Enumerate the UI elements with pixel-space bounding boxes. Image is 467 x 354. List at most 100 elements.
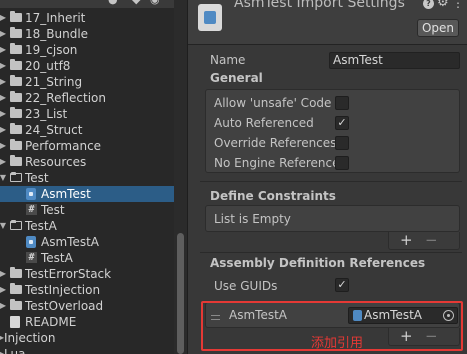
open-button[interactable]: Open [417, 19, 459, 37]
csharp-script-icon: # [26, 204, 37, 215]
tree-item[interactable]: ▶ 17_Inherit [0, 10, 174, 26]
help-icon[interactable]: ? [423, 0, 434, 9]
expand-right-icon[interactable]: ▶ [0, 138, 8, 154]
tree-item[interactable]: ▶ 19_cjson [0, 42, 174, 58]
auto-referenced-label: Auto Referenced [214, 116, 314, 130]
tree-item[interactable]: ▶ Performance [0, 138, 174, 154]
settings-icon[interactable]: ⚙ [437, 0, 449, 10]
expand-right-icon[interactable]: ▶ [0, 42, 8, 58]
name-field[interactable]: AsmTest [329, 52, 460, 69]
tree-item[interactable]: ▶ 22_Reflection [0, 90, 174, 106]
tree-item-label: Test [41, 203, 65, 217]
folder-icon [10, 283, 22, 294]
folder-icon [10, 299, 22, 310]
tree-item-label: TestOverload [25, 299, 104, 313]
tree-item[interactable]: ▶ 20_utf8 [0, 58, 174, 74]
use-guids-label: Use GUIDs [214, 279, 278, 293]
tree-item-label: Performance [25, 139, 102, 153]
tree-item-label: 20_utf8 [25, 59, 71, 73]
folder-icon [10, 123, 22, 134]
expand-right-icon[interactable]: ▶ [0, 74, 8, 90]
project-toolbar: ● ◆ ◉ 5 [0, 0, 187, 8]
tree-item[interactable]: # Test [0, 202, 174, 218]
expand-down-icon[interactable]: ▼ [0, 170, 8, 186]
tree-item-label: Test [25, 171, 49, 185]
tree-item[interactable]: # TestA [0, 250, 174, 266]
expand-down-icon[interactable]: ▼ [0, 218, 8, 234]
folder-icon [10, 91, 22, 102]
define-constraints-list: List is Empty [205, 205, 460, 232]
override-references-checkbox[interactable] [335, 136, 349, 150]
tree-item-label: AsmTestA [41, 235, 99, 249]
folder-open-icon [10, 172, 22, 182]
project-scrollbar[interactable] [174, 0, 187, 354]
expand-right-icon[interactable]: ▶ [0, 282, 8, 298]
allow-unsafe-checkbox[interactable] [335, 96, 349, 110]
expand-right-icon[interactable]: ▶ [0, 154, 8, 170]
tree-item-label: 17_Inherit [25, 11, 86, 25]
expand-right-icon[interactable]: ▶ [0, 10, 8, 26]
tree-item-label: TestInjection [25, 283, 101, 297]
tree-item-label: 19_cjson [25, 43, 78, 57]
expand-right-icon[interactable]: ▶ [0, 298, 8, 314]
tree-item[interactable]: ▶ Lua [0, 346, 174, 354]
assembly-definition-icon [26, 188, 36, 200]
expand-right-icon[interactable]: ▶ [0, 58, 8, 74]
document-icon [10, 316, 20, 328]
folder-icon [10, 43, 22, 54]
search-by-type-icon[interactable]: ● [108, 0, 118, 6]
tree-item[interactable]: ▶ 18_Bundle [0, 26, 174, 42]
more-options-icon[interactable]: ⋮ [452, 0, 464, 10]
tree-item[interactable]: AsmTestA [0, 234, 174, 250]
tree-item-label: Injection [4, 331, 56, 345]
tree-item[interactable]: ▼ Test [0, 170, 174, 186]
tree-item-label: 21_String [25, 75, 83, 89]
no-engine-references-checkbox[interactable] [335, 156, 349, 170]
no-engine-references-label: No Engine References [214, 156, 346, 170]
label-icon[interactable]: ◆ [132, 0, 140, 6]
section-divider [200, 252, 462, 253]
tree-item-label: 24_Struct [25, 123, 83, 137]
inspector-title: AsmTest Import Settings [234, 0, 405, 11]
inspector-header: AsmTest Import Settings ? ⚙ ⋮ Open [188, 0, 467, 45]
folder-icon [10, 139, 22, 150]
folder-icon [10, 155, 22, 166]
expand-right-icon[interactable]: ▶ [0, 266, 8, 282]
use-guids-checkbox[interactable]: ✓ [335, 278, 349, 292]
tree-item[interactable]: ▶ Injection [0, 330, 174, 346]
tree-item[interactable]: ▶ Resources [0, 154, 174, 170]
tree-item-label: TestA [25, 219, 57, 233]
folder-icon [10, 267, 22, 278]
expand-right-icon[interactable]: ▶ [0, 90, 8, 106]
general-section-title: General [210, 71, 263, 85]
auto-referenced-checkbox[interactable]: ✓ [335, 116, 349, 130]
tree-item[interactable]: README [0, 314, 174, 330]
tree-item[interactable]: ▶ 24_Struct [0, 122, 174, 138]
define-constraints-footer: + − [388, 231, 460, 250]
hidden-packages-icon[interactable]: ◉ [150, 0, 160, 6]
tree-item-label: TestA [41, 251, 73, 265]
remove-constraint-button[interactable]: − [425, 231, 438, 249]
assembly-definition-icon [26, 236, 36, 248]
add-constraint-button[interactable]: + [400, 231, 413, 249]
tree-item[interactable]: AsmTest [0, 186, 174, 202]
expand-right-icon[interactable]: ▶ [0, 26, 8, 42]
folder-icon [10, 107, 22, 118]
define-constraints-title: Define Constraints [210, 189, 336, 203]
override-references-label: Override References [214, 136, 337, 150]
scrollbar-thumb[interactable] [177, 233, 184, 354]
tree-item[interactable]: ▶ TestOverload [0, 298, 174, 314]
tree-item[interactable]: ▶ 23_List [0, 106, 174, 122]
tree-item[interactable]: ▼ TestA [0, 218, 174, 234]
tree-item[interactable]: ▶ 21_String [0, 74, 174, 90]
tree-item[interactable]: ▶ TestInjection [0, 282, 174, 298]
expand-right-icon[interactable]: ▶ [0, 122, 8, 138]
tree-item[interactable]: ▶ TestErrorStack [0, 266, 174, 282]
section-divider [200, 181, 462, 182]
csharp-script-icon: # [26, 252, 37, 263]
tree-item-label: README [25, 315, 77, 329]
tree-item-label: Lua [4, 347, 26, 354]
project-panel: ● ◆ ◉ 5 ▶ 17_Inherit ▶ 18_Bundle ▶ 19_cjson ▶ 2… [0, 0, 187, 354]
expand-right-icon[interactable]: ▶ [0, 106, 8, 122]
folder-icon [10, 11, 22, 22]
